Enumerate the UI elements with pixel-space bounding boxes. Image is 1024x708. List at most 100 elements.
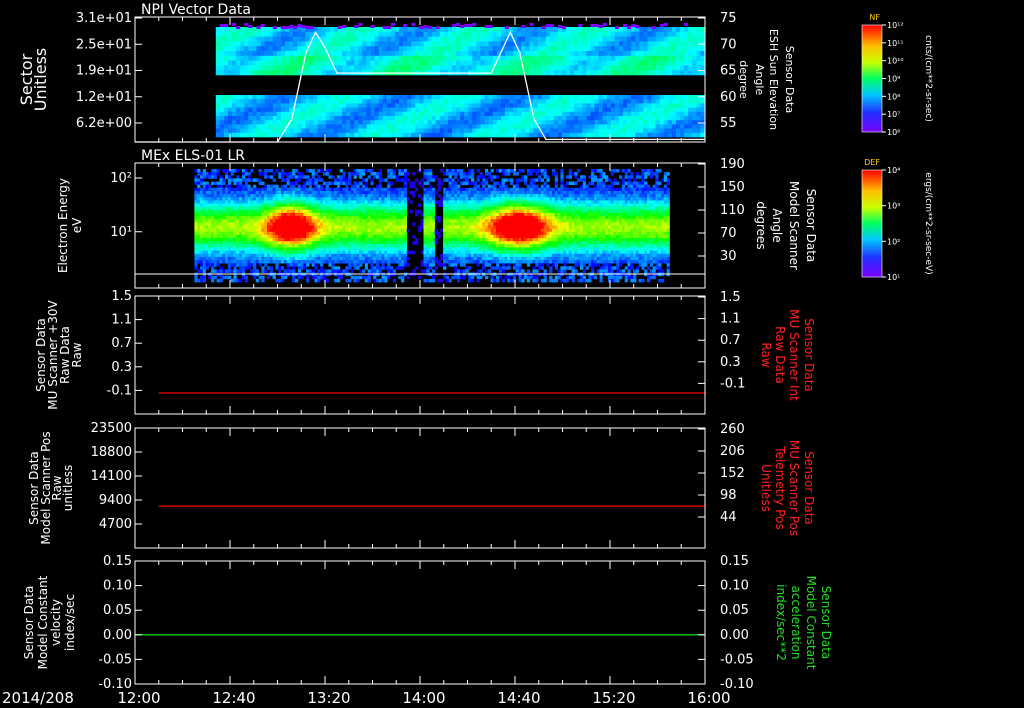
heatmap-cell [443,124,449,129]
heatmap-cell [667,116,673,121]
heatmap-cell [684,124,689,129]
heatmap-cell [306,278,310,283]
heatmap-cell [667,124,673,129]
heatmap-cell [286,244,290,248]
heatmap-cell [468,99,473,104]
heatmap-cell [423,65,429,71]
heatmap-cell [225,228,229,233]
heatmap-cell [297,209,301,214]
heatmap-cell [272,26,277,29]
heatmap-cell [244,216,248,220]
heatmap-cell [320,260,324,264]
heatmap-cell [200,263,204,267]
heatmap-cell [525,111,530,117]
heatmap-cell [688,107,693,113]
heatmap-cell [336,253,341,258]
heatmap-cell [256,51,262,57]
heatmap-cell [378,51,384,57]
heatmap-cell [202,172,206,176]
heatmap-cell [314,231,318,236]
heatmap-cell [364,241,368,245]
heatmap-cell [211,206,215,211]
heatmap-cell [382,128,388,134]
heatmap-cell [272,60,278,66]
heatmap-cell [359,225,363,229]
heatmap-cell [623,65,628,71]
heatmap-cell [306,244,310,248]
heatmap-cell [561,65,567,71]
heatmap-cell [533,70,539,76]
heatmap-cell [431,216,436,220]
heatmap-cell [222,212,226,217]
heatmap-cell [395,107,400,113]
heatmap-cell [602,95,608,100]
heatmap-cell [308,209,313,214]
heatmap-cell [353,200,357,204]
heatmap-cell [219,209,223,214]
heatmap-cell [671,55,677,61]
heatmap-cell [232,23,237,26]
heatmap-cell [244,197,248,201]
heatmap-cell [317,60,323,66]
heatmap-cell [197,253,201,258]
heatmap-cell [373,247,377,251]
heatmap-cell [671,46,677,52]
heatmap-cell [334,216,338,220]
heatmap-cell [358,41,363,47]
heatmap-cell [606,128,612,134]
heatmap-cell [468,111,473,117]
heatmap-cell [211,269,215,273]
heatmap-cell [325,212,329,217]
heatmap-cell [484,111,490,117]
heatmap-cell [225,206,229,211]
heatmap-cell [537,103,543,108]
heatmap-cell [353,197,357,201]
heatmap-cell [239,250,243,255]
heatmap-cell [566,128,571,134]
heatmap-cell [376,244,380,248]
heatmap-cell [398,266,402,270]
heatmap-cell [431,124,437,129]
heatmap-cell [272,46,278,52]
heatmap-cell [285,70,290,76]
heatmap-cell [200,250,204,255]
heatmap-cell [280,55,286,61]
heatmap-cell [370,99,376,104]
heatmap-cell [395,65,400,71]
heatmap-cell [582,111,587,117]
heatmap-cell [202,231,206,236]
heatmap-cell [367,278,371,283]
heatmap-cell [545,51,551,57]
heatmap-cell [227,181,232,186]
heatmap-cell [374,60,380,66]
heatmap-cell [359,247,363,251]
heatmap-cell [651,128,657,134]
heatmap-cell [395,111,400,117]
heatmap-cell [509,111,514,117]
heatmap-cell [659,31,665,37]
heatmap-cell [373,238,377,242]
heatmap-cell [345,181,349,186]
heatmap-cell [590,41,596,47]
heatmap-cell [200,219,204,223]
heatmap-cell [329,128,335,134]
heatmap-cell [350,111,355,117]
heatmap-cell [476,51,482,57]
heatmap-cell [258,212,262,217]
heatmap-cell [213,222,218,226]
heatmap-cell [358,120,363,125]
heatmap-cell [521,36,526,42]
heatmap-cell [297,187,301,192]
heatmap-cell [250,178,254,182]
heatmap-cell [320,269,324,273]
heatmap-cell [194,263,198,267]
heatmap-cell [427,107,433,113]
heatmap-cell [557,107,563,113]
heatmap-cell [247,178,251,182]
heatmap-cell [320,253,324,258]
heatmap-cell [655,46,661,52]
heatmap-cell [533,36,539,42]
heatmap-cell [610,116,616,121]
heatmap-cell [272,209,276,214]
heatmap-cell [415,116,420,121]
